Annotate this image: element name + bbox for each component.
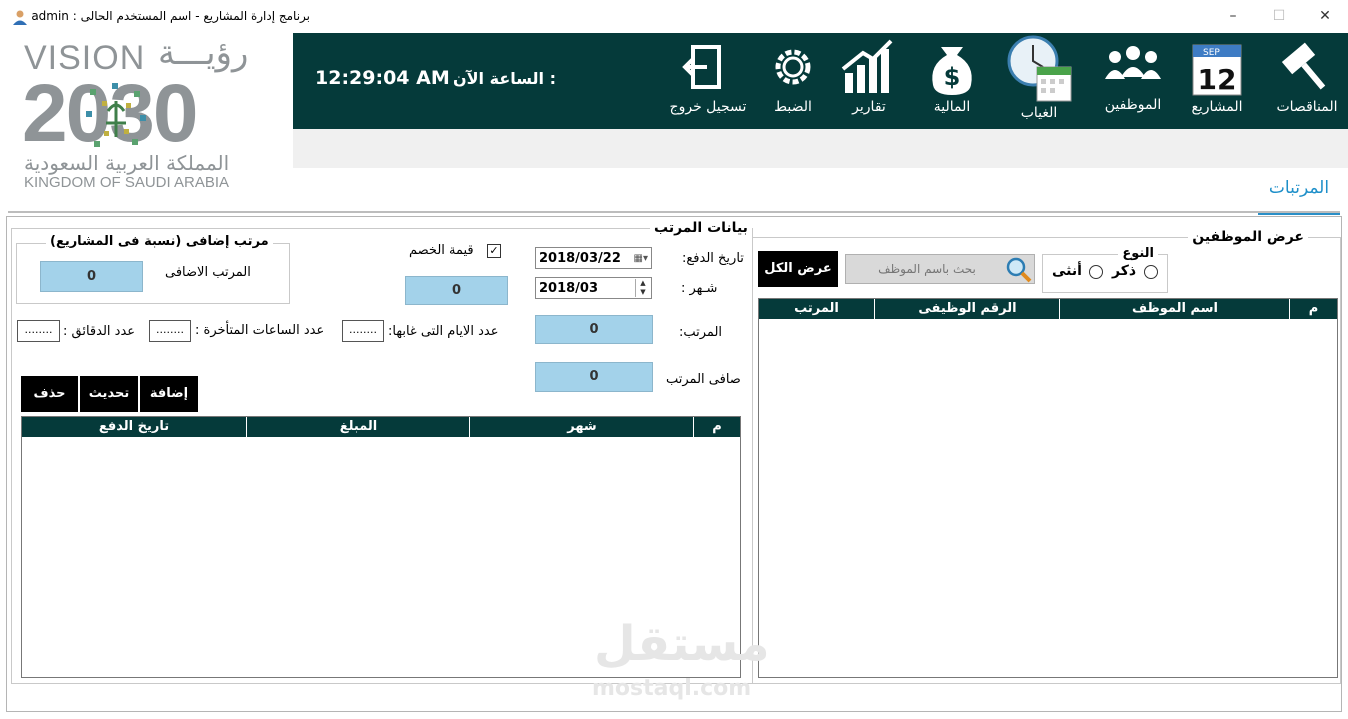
tab-divider <box>8 211 1340 213</box>
svg-text:SEP: SEP <box>1203 48 1220 58</box>
extra-salary-label: المرتب الاضافى <box>165 265 251 280</box>
search-box[interactable] <box>845 254 1035 284</box>
svg-text:$: $ <box>944 63 961 91</box>
emblem-icon <box>86 83 146 147</box>
main-toolbar: 12:29:04 AM الساعة الآن : تسجيل خروج الض… <box>293 33 1348 129</box>
month-picker[interactable]: 2018/03 ▲ ▼ <box>535 277 652 299</box>
tab-salaries[interactable]: المرتبات <box>1258 178 1340 215</box>
male-label: ذكر <box>1112 263 1137 279</box>
search-input[interactable] <box>850 258 1004 280</box>
watermark-ar: مستقل <box>594 616 770 672</box>
chart-icon <box>841 39 893 93</box>
show-all-button[interactable]: عرض الكل <box>758 251 838 287</box>
pay-date-label: تاريخ الدفع: <box>682 251 744 266</box>
search-icon[interactable] <box>1004 255 1032 283</box>
female-radio[interactable] <box>1089 265 1103 279</box>
gavel-icon <box>1281 42 1326 90</box>
update-button[interactable]: تحديث <box>80 376 138 412</box>
col-employee-id[interactable]: الرقم الوظيفى <box>874 299 1060 319</box>
nav-logout[interactable]: تسجيل خروج <box>663 33 753 129</box>
deduction-checkbox[interactable]: ✓ <box>487 244 501 258</box>
absent-days-label: عدد الايام التى غابها: <box>388 324 499 339</box>
logout-icon <box>682 45 721 89</box>
window-title: برنامج إدارة المشاريع - اسم المستخدم الح… <box>31 9 310 23</box>
title-bar: برنامج إدارة المشاريع - اسم المستخدم الح… <box>0 0 1348 33</box>
delete-button[interactable]: حذف <box>21 376 78 412</box>
col-employee-name[interactable]: اسم الموظف <box>1059 299 1290 319</box>
clock-calendar-icon <box>1007 35 1072 102</box>
pay-date-picker[interactable]: 2018/03/22 ▦▾ <box>535 247 652 269</box>
add-button[interactable]: إضافة <box>140 376 198 412</box>
employees-table[interactable]: م اسم الموظف الرقم الوظيفى المرتب <box>758 298 1338 678</box>
col-index[interactable]: م <box>1289 299 1337 319</box>
salary-value: 0 <box>535 315 653 344</box>
calendar-icon: SEP 12 <box>1192 44 1242 96</box>
net-salary-label: صافى المرتب <box>666 372 741 387</box>
gender-title: النوع <box>1118 246 1158 261</box>
col-month[interactable]: شهر <box>469 417 694 437</box>
col-index[interactable]: م <box>693 417 740 437</box>
female-label: أنثى <box>1052 263 1082 279</box>
salary-label: المرتب: <box>679 325 723 340</box>
absent-days-value[interactable]: ........ <box>342 320 384 342</box>
vision-2030-logo: VISION رؤيـــة 2030 المملكة العربية السع… <box>0 33 293 191</box>
users-icon <box>1105 46 1161 79</box>
user-icon <box>13 10 27 25</box>
employees-table-header: م اسم الموظف الرقم الوظيفى المرتب <box>759 299 1337 319</box>
late-hours-label: عدد الساعات المتأخرة : <box>195 323 325 338</box>
watermark-en: mostaql.com <box>592 676 752 701</box>
minutes-label: عدد الدقائق : <box>63 324 136 339</box>
deduction-value: 0 <box>405 276 508 305</box>
deduction-label: قيمة الخصم <box>409 243 474 258</box>
money-bag-icon: $ <box>932 47 972 95</box>
late-hours-value[interactable]: ........ <box>149 320 191 342</box>
close-button[interactable]: ✕ <box>1302 0 1348 33</box>
nav-settings[interactable]: الضبط <box>755 33 831 129</box>
clock-time: 12:29:04 AM <box>315 67 450 89</box>
extra-salary-title: مرتب إضافى (نسبة فى المشاريع) <box>46 234 273 249</box>
salary-data-title: بيانات المرتب <box>650 220 752 236</box>
extra-salary-value: 0 <box>40 261 143 292</box>
employees-title: عرض الموظفين <box>1188 229 1308 245</box>
net-salary-value: 0 <box>535 362 653 392</box>
clock-label: الساعة الآن : <box>452 69 556 88</box>
minimize-button[interactable]: – <box>1210 0 1256 33</box>
gear-icon <box>775 49 811 85</box>
month-label: شـهر : <box>681 281 718 296</box>
svg-text:12: 12 <box>1198 63 1237 96</box>
nav-employees[interactable]: الموظفين <box>1093 33 1173 129</box>
nav-reports[interactable]: تقارير <box>833 33 905 129</box>
col-salary[interactable]: المرتب <box>759 299 874 319</box>
nav-finance[interactable]: $ المالية <box>913 33 991 129</box>
male-radio[interactable] <box>1144 265 1158 279</box>
calendar-dropdown-icon[interactable]: ▦▾ <box>634 248 648 270</box>
maximize-button[interactable]: ☐ <box>1256 0 1302 33</box>
col-amount[interactable]: المبلغ <box>246 417 470 437</box>
minutes-value[interactable]: ........ <box>17 320 60 342</box>
col-pay-date[interactable]: تاريخ الدفع <box>22 417 246 437</box>
nav-absence[interactable]: الغياب <box>999 33 1079 129</box>
sub-toolbar <box>293 129 1348 168</box>
nav-tenders[interactable]: المناقصات <box>1271 33 1343 129</box>
payments-table-header: م شهر المبلغ تاريخ الدفع <box>22 417 740 437</box>
nav-projects[interactable]: SEP 12 المشاريع <box>1179 33 1255 129</box>
month-spin-icon[interactable]: ▲ ▼ <box>635 279 650 297</box>
